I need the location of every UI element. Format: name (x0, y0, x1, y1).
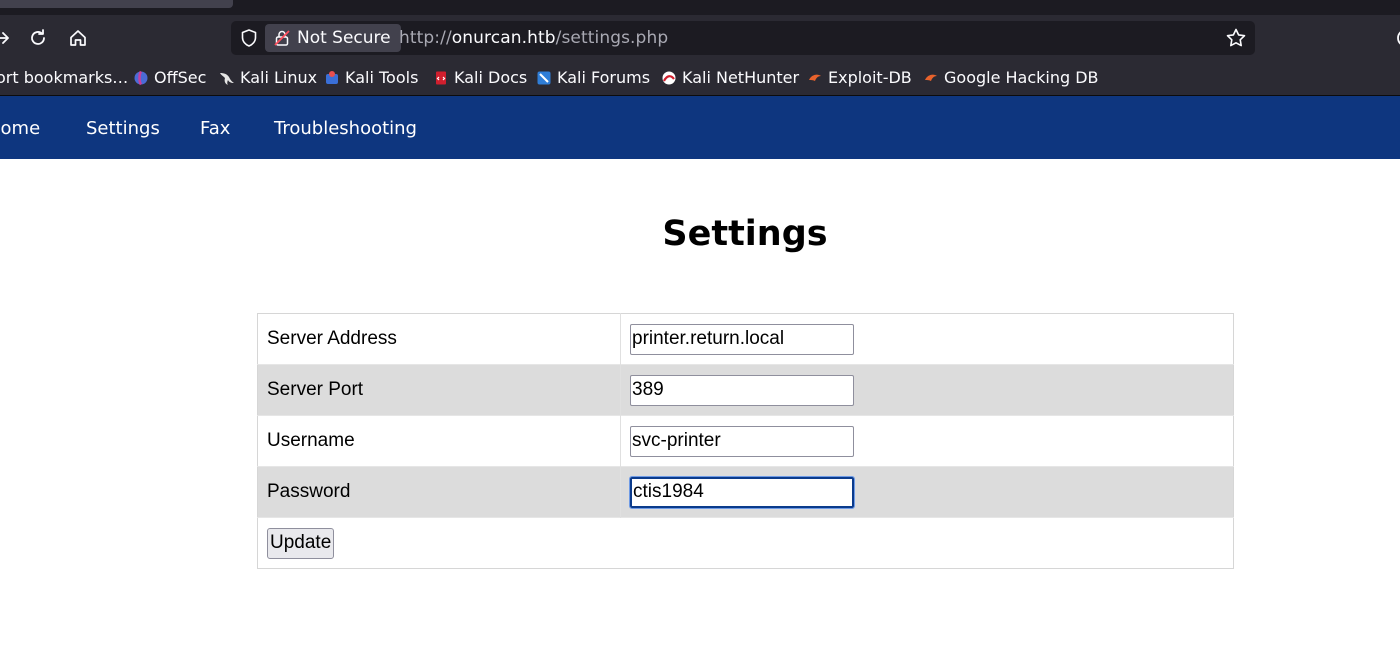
url-text[interactable]: http://onurcan.htb/settings.php (399, 21, 668, 55)
username-input[interactable] (630, 425, 854, 457)
username-label: Username (257, 415, 621, 467)
bookmark-label: Exploit-DB (828, 68, 912, 87)
nav-link-fax[interactable]: Fax (200, 96, 230, 159)
ghdb-icon (925, 74, 937, 81)
bookmark-star-icon[interactable] (1225, 27, 1247, 49)
tab-strip (0, 0, 1400, 15)
exploit-db-icon (809, 74, 821, 81)
password-label: Password (257, 466, 621, 518)
bookmark-kali-tools[interactable]: Kali Tools (324, 68, 418, 87)
bookmark-exploit-db[interactable]: Exploit-DB (807, 68, 912, 87)
bookmark-label: Kali Docs (454, 68, 528, 87)
nav-link-settings[interactable]: Settings (86, 96, 160, 159)
update-button[interactable]: Update (267, 527, 335, 559)
tracking-protection-shield-icon[interactable] (239, 28, 259, 48)
form-row-username: Username (257, 415, 1234, 467)
password-input[interactable] (629, 475, 855, 509)
bookmark-label: ort bookmarks… (0, 68, 129, 87)
offsec-icon (134, 70, 148, 85)
bookmark-import[interactable]: ort bookmarks… (0, 68, 128, 87)
bookmark-kali-forums[interactable]: Kali Forums (536, 68, 650, 87)
server-port-input[interactable] (630, 374, 854, 406)
kali-dragon-icon (220, 72, 234, 85)
form-row-server-address: Server Address (257, 313, 1234, 365)
not-secure-label: Not Secure (297, 28, 391, 48)
nav-link-home[interactable]: Home (0, 96, 40, 159)
server-address-input[interactable] (630, 323, 854, 355)
browser-toolbar: Not Secure http://onurcan.htb/settings.p… (0, 15, 1400, 61)
bookmark-label: Google Hacking DB (944, 68, 1099, 87)
site-navigation: Home Settings Fax Troubleshooting (0, 96, 1400, 159)
nethunter-icon (662, 71, 676, 84)
address-bar[interactable]: Not Secure http://onurcan.htb/settings.p… (231, 21, 1255, 55)
server-address-label: Server Address (257, 313, 621, 365)
bookmark-label: OffSec (154, 68, 207, 87)
extension-icon[interactable] (1394, 24, 1400, 52)
url-scheme: http:// (399, 28, 452, 48)
nav-link-troubleshooting[interactable]: Troubleshooting (274, 96, 417, 159)
not-secure-indicator[interactable]: Not Secure (265, 24, 401, 52)
url-path: /settings.php (555, 28, 669, 48)
bookmark-label: Kali Linux (240, 68, 318, 87)
form-row-password: Password (257, 466, 1234, 518)
bookmark-offsec[interactable]: OffSec (133, 68, 206, 87)
bookmark-label: Kali NetHunter (682, 68, 800, 87)
form-row-server-port: Server Port (257, 364, 1234, 416)
bookmark-google-hacking-db[interactable]: Google Hacking DB (923, 68, 1099, 87)
bookmark-label: Kali Tools (345, 68, 419, 87)
insecure-lock-icon (274, 30, 290, 46)
bookmark-kali-linux[interactable]: Kali Linux (219, 68, 317, 87)
home-icon (70, 30, 86, 46)
page-title: Settings (662, 214, 828, 254)
reload-button[interactable] (24, 24, 52, 52)
bookmark-kali-nethunter[interactable]: Kali NetHunter (661, 68, 799, 87)
settings-form: Server Address Server Port Username Pass… (257, 313, 1234, 569)
reload-icon (31, 29, 45, 45)
url-host: onurcan.htb (451, 28, 556, 48)
home-button[interactable] (64, 24, 92, 52)
server-port-label: Server Port (257, 364, 621, 416)
kali-tools-icon (326, 70, 338, 84)
active-tab-edge[interactable] (0, 0, 233, 8)
form-row-submit: Update (257, 517, 1234, 569)
bookmark-label: Kali Forums (557, 68, 651, 87)
forward-button[interactable] (0, 24, 16, 52)
kali-docs-icon (436, 71, 446, 84)
bookmarks-toolbar: ort bookmarks… OffSec Kali Linux Kali To… (0, 61, 1400, 96)
forward-arrow-icon (0, 32, 9, 44)
bookmark-kali-docs[interactable]: Kali Docs (433, 68, 527, 87)
kali-forums-icon (537, 71, 551, 84)
